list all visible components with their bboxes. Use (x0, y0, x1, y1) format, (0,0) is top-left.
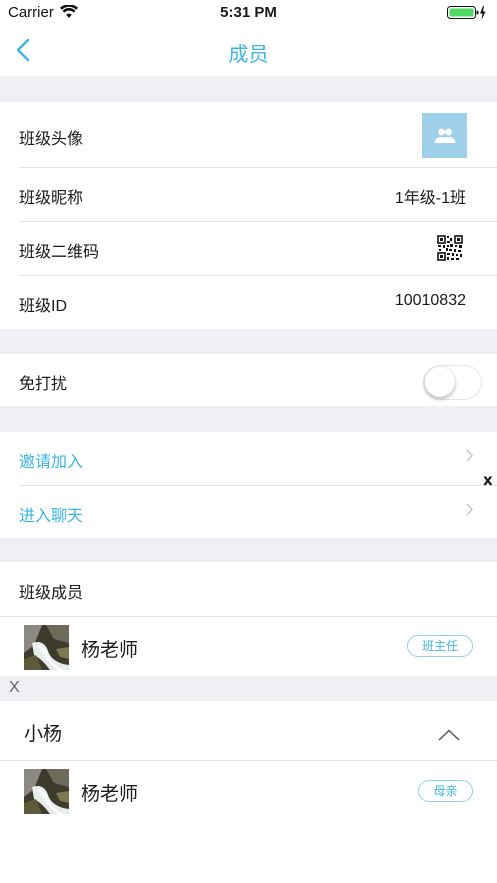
section-gap (0, 538, 497, 562)
do-not-disturb-label: 免打扰 (19, 376, 68, 393)
chevron-right-icon (466, 449, 473, 465)
class-qrcode-label: 班级二维码 (19, 244, 100, 261)
group-header-row[interactable]: 小杨 (0, 701, 497, 760)
class-nickname-label: 班级昵称 (19, 190, 84, 207)
members-header-label: 班级成员 (19, 585, 84, 602)
section-gap (0, 406, 497, 432)
page-title: 成员 (228, 44, 269, 66)
status-time: 5:31 PM (220, 4, 277, 21)
member-avatar (24, 625, 69, 670)
class-avatar-label: 班级头像 (19, 131, 84, 148)
group-people-icon (434, 128, 455, 143)
status-bar: Carrier 5:31 PM (0, 0, 497, 26)
class-id-label: 班级ID (19, 298, 68, 315)
member-avatar (24, 769, 69, 814)
toggle-knob (425, 367, 455, 397)
group-member-row[interactable]: 杨老师 母亲 (0, 761, 497, 820)
class-avatar-image[interactable] (422, 113, 467, 158)
do-not-disturb-row: 免打扰 (0, 354, 497, 406)
close-icon[interactable]: X (9, 679, 20, 697)
class-nickname-value: 1年级-1班 (394, 190, 466, 207)
class-avatar-row[interactable]: 班级头像 (0, 102, 497, 167)
chevron-right-icon (466, 503, 473, 519)
battery-icon (447, 5, 487, 25)
group-title: 小杨 (24, 724, 63, 745)
overlay-band (0, 676, 497, 701)
class-qrcode-row[interactable]: 班级二维码 (0, 222, 497, 275)
role-badge: 母亲 (418, 780, 473, 802)
role-badge: 班主任 (407, 635, 473, 657)
close-icon[interactable]: x (483, 471, 493, 489)
navigation-bar: 成员 (0, 26, 497, 76)
member-row[interactable]: 杨老师 班主任 (0, 617, 497, 676)
qr-code-icon[interactable] (437, 235, 463, 266)
class-id-value: 10010832 (394, 292, 466, 309)
chevron-up-icon[interactable] (438, 728, 460, 746)
enter-chat-label: 进入聊天 (19, 508, 84, 525)
class-id-row: 班级ID 10010832 (0, 276, 497, 329)
invite-row[interactable]: 邀请加入 (0, 432, 497, 485)
invite-label: 邀请加入 (19, 454, 84, 471)
members-header-row: 班级成员 (0, 562, 497, 616)
section-gap (0, 76, 497, 102)
member-name: 杨老师 (81, 640, 139, 661)
enter-chat-row[interactable]: 进入聊天 (0, 486, 497, 538)
member-name: 杨老师 (81, 784, 139, 805)
section-gap (0, 329, 497, 354)
class-nickname-row[interactable]: 班级昵称 1年级-1班 (0, 168, 497, 221)
do-not-disturb-toggle[interactable] (423, 365, 482, 400)
